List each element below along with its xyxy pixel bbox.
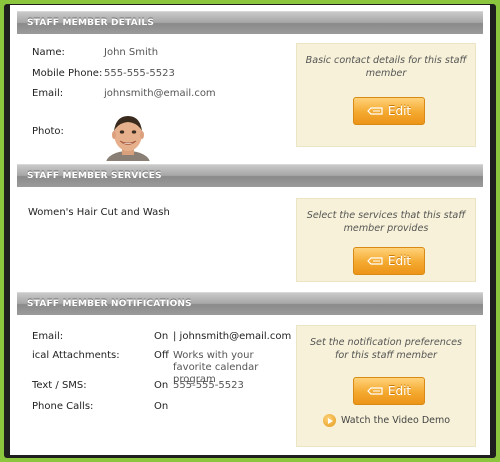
details-section-title: STAFF MEMBER DETAILS xyxy=(27,18,155,28)
email-notification-status: On xyxy=(154,331,169,342)
services-side-text: Select the services that this staff memb… xyxy=(306,210,466,234)
pencil-icon xyxy=(367,257,383,265)
text-sms-label: Text / SMS: xyxy=(32,380,87,391)
text-sms-status: On xyxy=(154,380,169,391)
notifications-section-title: STAFF MEMBER NOTIFICATIONS xyxy=(27,299,192,309)
edit-notifications-label: Edit xyxy=(387,384,412,398)
watch-video-demo-label: Watch the Video Demo xyxy=(341,415,451,426)
services-side-box: Select the services that this staff memb… xyxy=(296,198,476,282)
details-side-box: Basic contact details for this staff mem… xyxy=(296,43,476,147)
mobile-phone-label: Mobile Phone: xyxy=(32,68,103,79)
email-value: johnsmith@email.com xyxy=(104,88,216,99)
details-side-text: Basic contact details for this staff mem… xyxy=(305,55,467,79)
ical-attachments-status: Off xyxy=(154,350,169,361)
edit-notifications-button[interactable]: Edit xyxy=(353,377,425,405)
services-section-header: STAFF MEMBER SERVICES xyxy=(17,164,483,187)
edit-details-label: Edit xyxy=(387,104,412,118)
notifications-section-header: STAFF MEMBER NOTIFICATIONS xyxy=(17,292,483,315)
email-notification-label: Email: xyxy=(32,331,64,342)
staff-member-panel: STAFF MEMBER DETAILS Name: John Smith Mo… xyxy=(10,5,490,455)
play-icon xyxy=(323,414,336,427)
pencil-icon xyxy=(367,107,383,115)
watch-video-demo-link[interactable]: Watch the Video Demo xyxy=(323,414,450,427)
notifications-side-text: Set the notification preferences for thi… xyxy=(309,337,463,361)
edit-services-label: Edit xyxy=(387,254,412,268)
pencil-icon xyxy=(367,387,383,395)
edit-services-button[interactable]: Edit xyxy=(353,247,425,275)
email-notification-detail: | johnsmith@email.com xyxy=(173,331,292,342)
ical-attachments-label: ical Attachments: xyxy=(32,350,120,361)
email-label: Email: xyxy=(32,88,64,99)
notifications-side-box: Set the notification preferences for thi… xyxy=(296,325,476,447)
phone-calls-label: Phone Calls: xyxy=(32,401,94,412)
mobile-phone-value: 555-555-5523 xyxy=(104,68,175,79)
phone-calls-status: On xyxy=(154,401,169,412)
services-section-title: STAFF MEMBER SERVICES xyxy=(27,171,162,181)
text-sms-detail: 555-555-5523 xyxy=(173,380,244,391)
name-label: Name: xyxy=(32,47,65,58)
name-value: John Smith xyxy=(104,47,159,58)
details-section-header: STAFF MEMBER DETAILS xyxy=(17,11,483,34)
service-item: Women's Hair Cut and Wash xyxy=(28,207,170,218)
staff-photo-avatar xyxy=(104,111,152,161)
photo-label: Photo: xyxy=(32,126,64,137)
edit-details-button[interactable]: Edit xyxy=(353,97,425,125)
